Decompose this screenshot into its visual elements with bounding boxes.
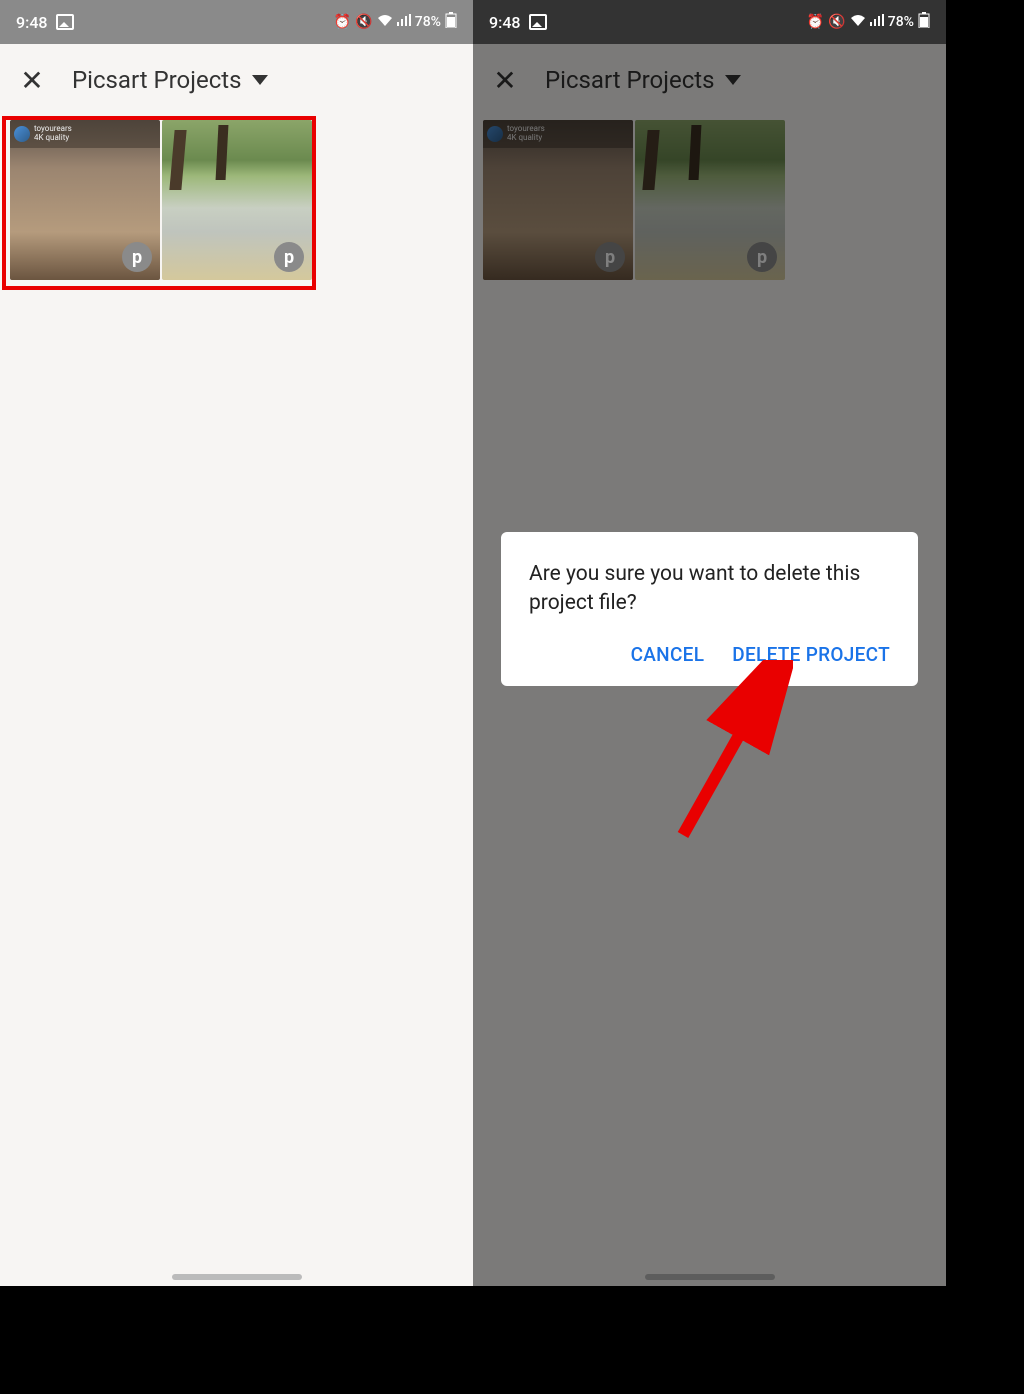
signal-icon bbox=[397, 14, 411, 30]
image-icon bbox=[529, 14, 547, 30]
cancel-button[interactable]: CANCEL bbox=[631, 643, 705, 666]
nav-bar bbox=[0, 1268, 473, 1286]
status-time: 9:48 bbox=[16, 13, 48, 32]
image-icon bbox=[56, 14, 74, 30]
wifi-icon bbox=[850, 14, 866, 30]
close-button[interactable]: ✕ bbox=[16, 64, 48, 96]
project-thumbnail[interactable]: toyourears 4K quality p bbox=[10, 120, 160, 280]
project-thumbnail[interactable]: p bbox=[162, 120, 312, 280]
thumb-quality: 4K quality bbox=[34, 134, 72, 143]
battery-icon bbox=[918, 12, 930, 32]
header-title-dropdown[interactable]: Picsart Projects bbox=[72, 66, 268, 94]
app-header: ✕ Picsart Projects bbox=[0, 44, 473, 116]
close-icon: ✕ bbox=[20, 64, 43, 97]
status-right: ⏰ 🔇 78% bbox=[807, 12, 930, 32]
home-indicator[interactable] bbox=[172, 1274, 302, 1280]
picsart-badge-icon: p bbox=[122, 242, 152, 272]
battery-text: 78% bbox=[415, 14, 441, 30]
page-title: Picsart Projects bbox=[72, 66, 242, 94]
status-time: 9:48 bbox=[489, 13, 521, 32]
alarm-icon: ⏰ bbox=[334, 14, 351, 30]
wifi-icon bbox=[377, 14, 393, 30]
dialog-actions: CANCEL DELETE PROJECT bbox=[529, 643, 890, 666]
mute-icon: 🔇 bbox=[355, 14, 372, 30]
thumb-meta: toyourears 4K quality bbox=[34, 125, 72, 143]
avatar bbox=[14, 126, 30, 142]
chevron-down-icon bbox=[252, 75, 268, 85]
battery-icon bbox=[445, 12, 457, 32]
delete-project-button[interactable]: DELETE PROJECT bbox=[732, 643, 890, 666]
status-left: 9:48 bbox=[16, 13, 74, 32]
projects-grid: toyourears 4K quality p p bbox=[0, 116, 473, 1268]
battery-text: 78% bbox=[888, 14, 914, 30]
status-right: ⏰ 🔇 78% bbox=[334, 12, 457, 32]
phone-screen-right: 9:48 ⏰ 🔇 78% ✕ Picsart Projects bbox=[473, 0, 946, 1286]
status-bar: 9:48 ⏰ 🔇 78% bbox=[0, 0, 473, 44]
signal-icon bbox=[870, 14, 884, 30]
picsart-badge-icon: p bbox=[274, 242, 304, 272]
dialog-message: Are you sure you want to delete this pro… bbox=[529, 560, 890, 619]
status-left: 9:48 bbox=[489, 13, 547, 32]
alarm-icon: ⏰ bbox=[807, 14, 824, 30]
phone-screen-left: 9:48 ⏰ 🔇 78% ✕ Picsart Projects bbox=[0, 0, 473, 1286]
confirm-dialog: Are you sure you want to delete this pro… bbox=[501, 532, 918, 686]
mute-icon: 🔇 bbox=[828, 14, 845, 30]
status-bar: 9:48 ⏰ 🔇 78% bbox=[473, 0, 946, 44]
thumb-overlay-header: toyourears 4K quality bbox=[10, 120, 160, 148]
